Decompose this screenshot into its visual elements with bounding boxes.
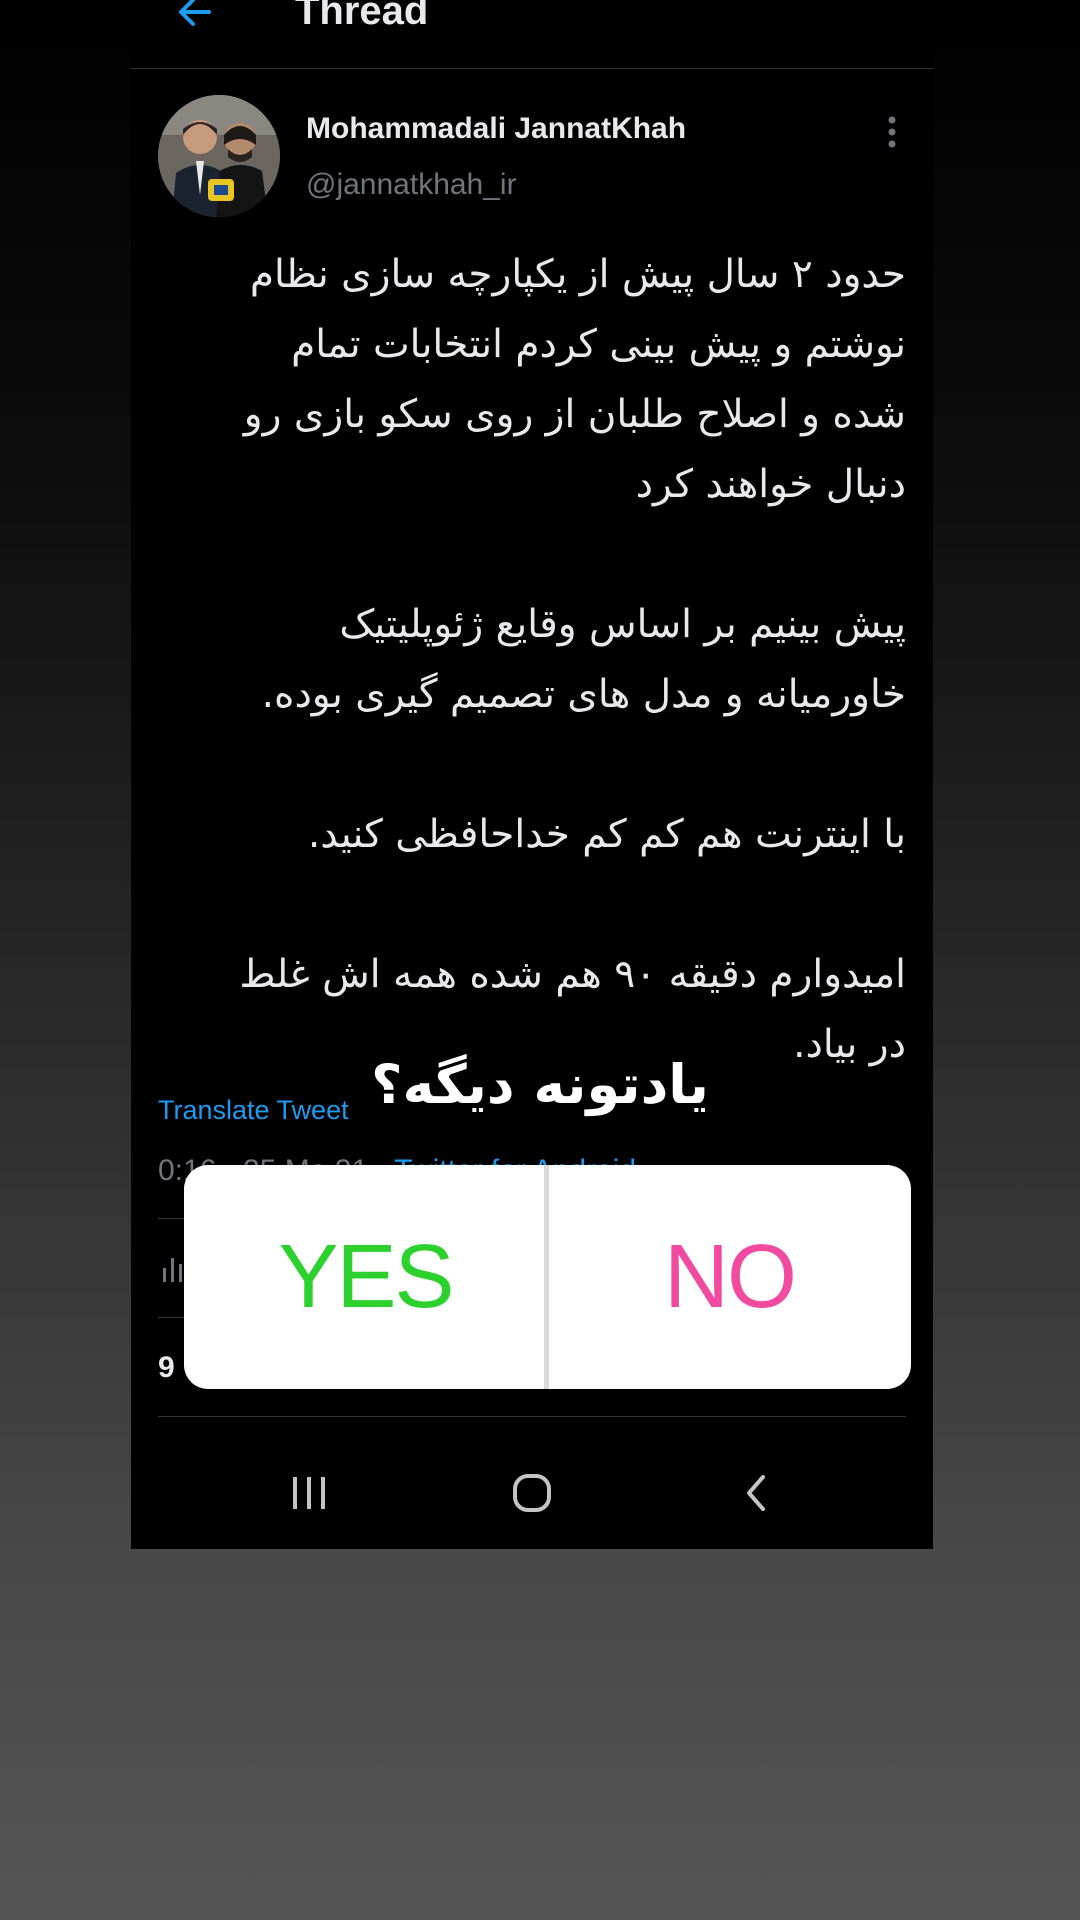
tweet-line: خاورمیانه و مدل های تصمیم گیری بوده. [261,672,906,717]
tweet-line: نوشتم و پیش بینی کردم انتخابات تمام [291,322,906,367]
tweet-line: پیش بینیم بر اساس وقایع ژئوپلیتیک [339,602,906,647]
arrow-left-icon[interactable] [173,0,217,34]
engagement-count: 9 [158,1351,175,1384]
author-handle[interactable]: @jannatkhah_ir [306,166,517,204]
tweet-line: امیدوارم دقیقه ۹۰ هم شده همه اش غلط [239,952,906,997]
recent-apps-icon[interactable] [279,1463,339,1523]
page-title: Thread [295,0,429,33]
poll-yes-button[interactable]: YES [184,1165,547,1389]
poll-sticker: YES NO [184,1165,911,1389]
tweet-line: شده و اصلاح طلبان از روی سکو بازی رو [243,392,906,437]
translate-tweet-link[interactable]: Translate Tweet [158,1093,349,1127]
author-name[interactable]: Mohammadali JannatKhah [306,110,686,148]
android-nav-bar [131,1440,933,1549]
poll-no-button[interactable]: NO [548,1165,911,1389]
top-bar: Thread [131,0,933,69]
tweet-text: حدود ۲ سال پیش از یکپارچه سازی نظام نوشت… [158,240,906,1080]
divider [158,1416,906,1417]
more-vertical-icon[interactable] [885,112,899,152]
tweet-line: حدود ۲ سال پیش از یکپارچه سازی نظام [249,252,906,297]
tweet-line: با اینترنت هم کم کم خداحافظی کنید. [307,812,906,857]
avatar[interactable] [158,95,280,217]
tweet-line: دنبال خواهند کرد [635,462,906,507]
back-icon[interactable] [726,1463,786,1523]
home-icon[interactable] [502,1463,562,1523]
poll-question: یادتونه دیگه؟ [371,1053,709,1116]
stats-icon[interactable] [162,1254,186,1282]
